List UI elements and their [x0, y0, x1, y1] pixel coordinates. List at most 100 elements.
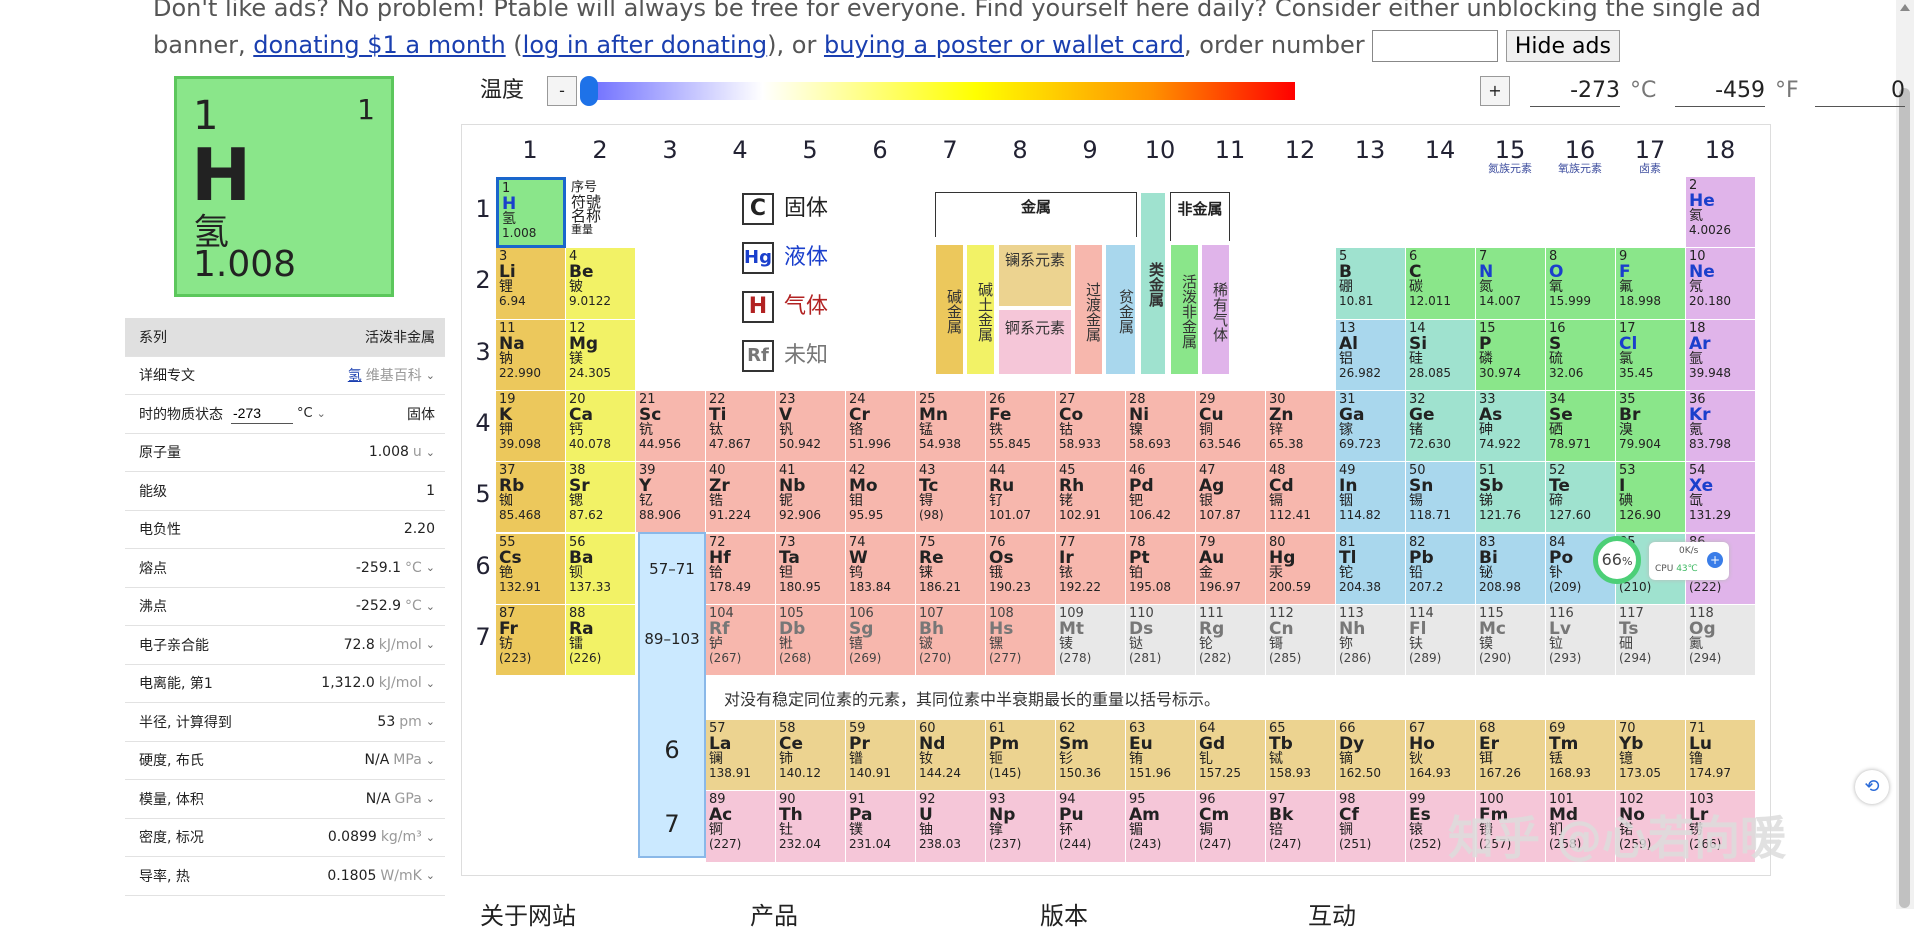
element-Mo[interactable]: 42 Mo 钼 95.95 — [846, 462, 916, 534]
state-label[interactable]: 液体 — [784, 242, 828, 274]
element-As[interactable]: 33 As 砷 74.922 — [1476, 390, 1546, 463]
element-W[interactable]: 74 W 钨 183.84 — [846, 533, 916, 605]
element-Os[interactable]: 76 Os 锇 190.23 — [986, 533, 1056, 605]
element-F[interactable]: 9 F 氟 18.998 — [1616, 248, 1686, 320]
element-Ne[interactable]: 10 Ne 氖 20.180 — [1686, 248, 1756, 320]
element-Kr[interactable]: 36 Kr 氪 83.798 — [1686, 390, 1756, 463]
element-Yb[interactable]: 70 Yb 镱 173.05 — [1616, 720, 1686, 792]
group-header[interactable]: 4 — [706, 136, 774, 164]
element-Fr[interactable]: 87 Fr 钫 (223) — [496, 604, 566, 677]
element-Sr[interactable]: 38 Sr 锶 87.62 — [566, 462, 636, 534]
element-Rf[interactable]: 104 Rf 𬬻 (267) — [706, 604, 776, 677]
element-Te[interactable]: 52 Te 碲 127.60 — [1546, 462, 1616, 534]
cpu-monitor-widget[interactable]: 66% 0K/s CPU 43℃ + — [1593, 536, 1733, 586]
element-Sb[interactable]: 51 Sb 锑 121.76 — [1476, 462, 1546, 534]
element-Bh[interactable]: 107 Bh 𬭛 (270) — [916, 604, 986, 677]
chevron-down-icon[interactable]: ⌄ — [426, 369, 435, 382]
plus-icon[interactable]: + — [1707, 552, 1723, 568]
element-Cs[interactable]: 55 Cs 铯 132.91 — [496, 533, 566, 605]
element-Tb[interactable]: 65 Tb 铽 158.93 — [1266, 720, 1336, 792]
element-Be[interactable]: 4 Be 铍 9.0122 — [566, 248, 636, 320]
period-header[interactable]: 7 — [473, 623, 493, 651]
period-header[interactable]: 3 — [473, 338, 493, 366]
element-Nh[interactable]: 113 Nh 鿭 (286) — [1336, 604, 1406, 677]
element-Cd[interactable]: 48 Cd 镉 112.41 — [1266, 462, 1336, 534]
category-nonmetal-bracket[interactable]: 非金属 — [1170, 192, 1230, 241]
category-alkaline[interactable]: 碱土金属 — [966, 244, 995, 375]
element-Sn[interactable]: 50 Sn 锡 118.71 — [1406, 462, 1476, 534]
element-Cf[interactable]: 98 Cf 锎 (251) — [1336, 791, 1406, 863]
chevron-down-icon[interactable]: ⌄ — [426, 792, 435, 805]
group-header[interactable]: 18 — [1686, 136, 1754, 164]
element-Ca[interactable]: 20 Ca 钙 40.078 — [566, 390, 636, 463]
element-Ce[interactable]: 58 Ce 铈 140.12 — [776, 720, 846, 792]
temp-plus-button[interactable]: + — [1480, 76, 1510, 106]
element-Re[interactable]: 75 Re 铼 186.21 — [916, 533, 986, 605]
footer-versions[interactable]: 版本 — [1040, 896, 1088, 931]
element-Pm[interactable]: 61 Pm 钷 (145) — [986, 720, 1056, 792]
element-N[interactable]: 7 N 氮 14.007 — [1476, 248, 1546, 320]
period-header[interactable]: 6 — [473, 552, 493, 580]
element-Zn[interactable]: 30 Zn 锌 65.38 — [1266, 390, 1336, 463]
lanthanide-actinide-column[interactable]: 57–71 89–103 6 7 — [638, 532, 706, 858]
state-label[interactable]: 未知 — [784, 340, 828, 372]
state-temp-input[interactable] — [231, 403, 293, 425]
element-Og[interactable]: 118 Og 鿫 (294) — [1686, 604, 1756, 677]
element-Ti[interactable]: 22 Ti 钛 47.867 — [706, 390, 776, 463]
group-header[interactable]: 10 — [1126, 136, 1194, 164]
element-Th[interactable]: 90 Th 钍 232.04 — [776, 791, 846, 863]
state-label[interactable]: 气体 — [784, 291, 828, 323]
chevron-down-icon[interactable]: ⌄ — [426, 677, 435, 690]
element-Am[interactable]: 95 Am 镅 (243) — [1126, 791, 1196, 863]
element-K[interactable]: 19 K 钾 39.098 — [496, 390, 566, 463]
element-He[interactable]: 2 He 氦 4.0026 — [1686, 177, 1756, 249]
element-Xe[interactable]: 54 Xe 氙 131.29 — [1686, 462, 1756, 534]
chevron-down-icon[interactable]: ⌄ — [426, 831, 435, 844]
period-header[interactable]: 1 — [473, 195, 493, 223]
category-transition[interactable]: 过渡金属 — [1074, 244, 1103, 375]
temp-minus-button[interactable]: - — [547, 76, 577, 106]
group-header[interactable]: 8 — [986, 136, 1054, 164]
element-Tl[interactable]: 81 Tl 铊 204.38 — [1336, 533, 1406, 605]
element-Np[interactable]: 93 Np 镎 (237) — [986, 791, 1056, 863]
state-symbol-box[interactable]: H — [742, 291, 774, 323]
category-metal-bracket[interactable]: 金属 — [935, 192, 1137, 237]
element-Ra[interactable]: 88 Ra 镭 (226) — [566, 604, 636, 677]
element-Sc[interactable]: 21 Sc 钪 44.956 — [636, 390, 706, 463]
element-Gd[interactable]: 64 Gd 钆 157.25 — [1196, 720, 1266, 792]
element-Pb[interactable]: 82 Pb 铅 207.2 — [1406, 533, 1476, 605]
category-lanthanide[interactable]: 镧系元素 — [998, 244, 1072, 307]
element-H[interactable]: 1 H 氢 1.008 — [496, 177, 566, 249]
chevron-down-icon[interactable]: ⌄ — [426, 869, 435, 882]
element-Ho[interactable]: 67 Ho 钬 164.93 — [1406, 720, 1476, 792]
element-P[interactable]: 15 P 磷 30.974 — [1476, 319, 1546, 391]
element-Pr[interactable]: 59 Pr 镨 140.91 — [846, 720, 916, 792]
wiki-article-link[interactable]: 氢 — [348, 365, 362, 385]
element-Cr[interactable]: 24 Cr 铬 51.996 — [846, 390, 916, 463]
element-Nd[interactable]: 60 Nd 钕 144.24 — [916, 720, 986, 792]
element-La[interactable]: 57 La 镧 138.91 — [706, 720, 776, 792]
element-Rb[interactable]: 37 Rb 铷 85.468 — [496, 462, 566, 534]
page-scrollbar[interactable] — [1896, 0, 1914, 909]
state-temp-unit-select[interactable]: °C — [297, 406, 313, 421]
element-Ba[interactable]: 56 Ba 钡 137.33 — [566, 533, 636, 605]
element-Pd[interactable]: 46 Pd 钯 106.42 — [1126, 462, 1196, 534]
chevron-down-icon[interactable]: ⌄ — [426, 638, 435, 651]
category-actinide[interactable]: 锕系元素 — [998, 309, 1072, 375]
element-Rg[interactable]: 111 Rg 𬬭 (282) — [1196, 604, 1266, 677]
celsius-input[interactable]: -273 — [1530, 76, 1620, 107]
group-header[interactable]: 14 — [1406, 136, 1474, 164]
chevron-down-icon[interactable]: ⌄ — [426, 561, 435, 574]
element-Ar[interactable]: 18 Ar 氩 39.948 — [1686, 319, 1756, 391]
scrollbar-thumb[interactable] — [1899, 88, 1910, 908]
element-Ge[interactable]: 32 Ge 锗 72.630 — [1406, 390, 1476, 463]
element-Y[interactable]: 39 Y 钇 88.906 — [636, 462, 706, 534]
translate-icon[interactable]: ⟲ — [1855, 770, 1889, 804]
category-noble-gas[interactable]: 稀有气体 — [1201, 244, 1230, 375]
element-Mc[interactable]: 115 Mc 镆 (290) — [1476, 604, 1546, 677]
element-Tm[interactable]: 69 Tm 铥 168.93 — [1546, 720, 1616, 792]
state-symbol-box[interactable]: Rf — [742, 340, 774, 372]
footer-products[interactable]: 产品 — [750, 896, 798, 931]
element-Eu[interactable]: 63 Eu 铕 151.96 — [1126, 720, 1196, 792]
element-Lu[interactable]: 71 Lu 镥 174.97 — [1686, 720, 1756, 792]
